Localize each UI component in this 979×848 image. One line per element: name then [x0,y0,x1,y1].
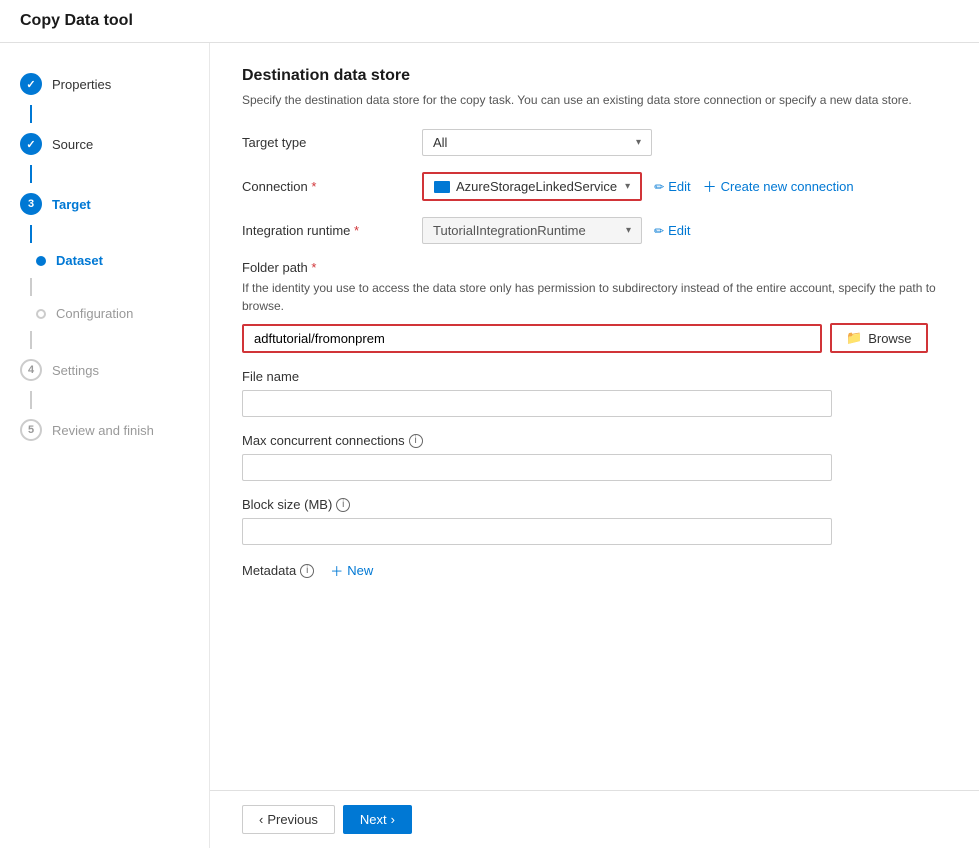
footer: ‹ Previous Next › [210,790,979,848]
ir-pencil-icon: ✏ [654,224,664,238]
step-circle-target: 3 [20,193,42,215]
connector-5 [30,331,32,349]
connector-3 [30,225,32,243]
metadata-new-button[interactable]: ＋ New [330,561,373,580]
connection-required: * [311,179,316,194]
block-size-row: Block size (MB) i [242,497,947,545]
block-size-input[interactable] [242,518,832,545]
sidebar-item-review[interactable]: 5 Review and finish [0,409,209,451]
folder-path-input[interactable] [242,324,822,353]
folder-icon: 📁 [846,330,862,346]
app-title: Copy Data tool [20,12,133,29]
sidebar-label-review: Review and finish [52,423,154,438]
connector-1 [30,105,32,123]
target-type-dropdown[interactable]: All ▾ [422,129,652,156]
folder-path-required: * [311,260,316,275]
section-title: Destination data store [242,67,947,85]
target-type-label: Target type [242,135,422,150]
app-header: Copy Data tool [0,0,979,43]
checkmark-properties: ✓ [26,78,35,91]
step-circle-properties: ✓ [20,73,42,95]
folder-path-input-row: 📁 Browse [242,323,947,353]
max-concurrent-row: Max concurrent connections i [242,433,947,481]
ir-control: TutorialIntegrationRuntime ▾ ✏ Edit [422,217,947,244]
sidebar-label-settings: Settings [52,363,99,378]
file-name-label: File name [242,369,299,384]
folder-path-desc: If the identity you use to access the da… [242,279,947,315]
integration-runtime-row: Integration runtime * TutorialIntegratio… [242,217,947,244]
connection-value: AzureStorageLinkedService [434,179,617,194]
folder-path-section: Folder path * If the identity you use to… [242,260,947,353]
next-chevron-icon: › [391,812,395,827]
ir-chevron-icon: ▾ [626,225,631,236]
new-plus-icon: ＋ [330,561,343,580]
sidebar-item-dataset[interactable]: Dataset [0,243,209,278]
sidebar-item-properties[interactable]: ✓ Properties [0,63,209,105]
step-circle-dataset [36,256,46,266]
checkmark-source: ✓ [26,138,35,151]
sidebar-item-source[interactable]: ✓ Source [0,123,209,165]
metadata-info-icon: i [300,564,314,578]
sidebar-item-settings[interactable]: 4 Settings [0,349,209,391]
browse-button[interactable]: 📁 Browse [830,323,928,353]
metadata-label: Metadata i [242,563,314,578]
step-number-target: 3 [28,198,34,210]
file-name-row: File name [242,369,947,417]
step-circle-settings: 4 [20,359,42,381]
step-circle-review: 5 [20,419,42,441]
ir-label: Integration runtime * [242,223,422,238]
connection-label: Connection * [242,179,422,194]
block-size-info-icon: i [336,498,350,512]
sidebar-label-configuration: Configuration [56,306,133,321]
previous-chevron-icon: ‹ [259,812,263,827]
ir-required: * [354,223,359,238]
connection-control: AzureStorageLinkedService ▾ ✏ Edit ＋ Cre… [422,172,947,201]
connector-2 [30,165,32,183]
max-concurrent-info-icon: i [409,434,423,448]
ir-edit-link[interactable]: ✏ Edit [654,223,690,238]
connection-chevron-icon: ▾ [625,181,630,192]
step-circle-source: ✓ [20,133,42,155]
next-button[interactable]: Next › [343,805,412,834]
sidebar-label-properties: Properties [52,77,111,92]
sidebar-item-target[interactable]: 3 Target [0,183,209,225]
connection-edit-link[interactable]: ✏ Edit [654,179,690,194]
step-number-review: 5 [28,424,34,436]
step-circle-configuration [36,309,46,319]
target-type-row: Target type All ▾ [242,129,947,156]
ir-dropdown[interactable]: TutorialIntegrationRuntime ▾ [422,217,642,244]
file-name-input[interactable] [242,390,832,417]
ir-value: TutorialIntegrationRuntime [433,223,586,238]
connection-row: Connection * AzureStorageLinkedService ▾ [242,172,947,201]
target-type-chevron-icon: ▾ [636,137,641,148]
ir-controls: TutorialIntegrationRuntime ▾ ✏ Edit [422,217,947,244]
sidebar-item-configuration[interactable]: Configuration [0,296,209,331]
sidebar-label-dataset: Dataset [56,253,103,268]
sidebar-label-target: Target [52,197,91,212]
block-size-label: Block size (MB) i [242,497,350,512]
connection-controls: AzureStorageLinkedService ▾ ✏ Edit ＋ Cre… [422,172,947,201]
sidebar: ✓ Properties ✓ Source 3 Target [0,43,210,848]
target-type-value: All [433,135,447,150]
max-concurrent-label: Max concurrent connections i [242,433,423,448]
connector-4 [30,278,32,296]
content-body: Destination data store Specify the desti… [210,43,979,790]
previous-button[interactable]: ‹ Previous [242,805,335,834]
sidebar-label-source: Source [52,137,93,152]
connector-6 [30,391,32,409]
create-connection-link[interactable]: ＋ Create new connection [703,177,854,197]
plus-icon: ＋ [703,177,717,197]
target-type-control: All ▾ [422,129,947,156]
main-layout: ✓ Properties ✓ Source 3 Target [0,43,979,848]
content-area: Destination data store Specify the desti… [210,43,979,848]
section-desc: Specify the destination data store for t… [242,91,947,109]
step-number-settings: 4 [28,364,34,376]
max-concurrent-input[interactable] [242,454,832,481]
pencil-icon: ✏ [654,180,664,194]
metadata-row: Metadata i ＋ New [242,561,947,580]
storage-icon [434,181,450,193]
folder-path-label: Folder path * [242,260,947,275]
connection-dropdown[interactable]: AzureStorageLinkedService ▾ [422,172,642,201]
